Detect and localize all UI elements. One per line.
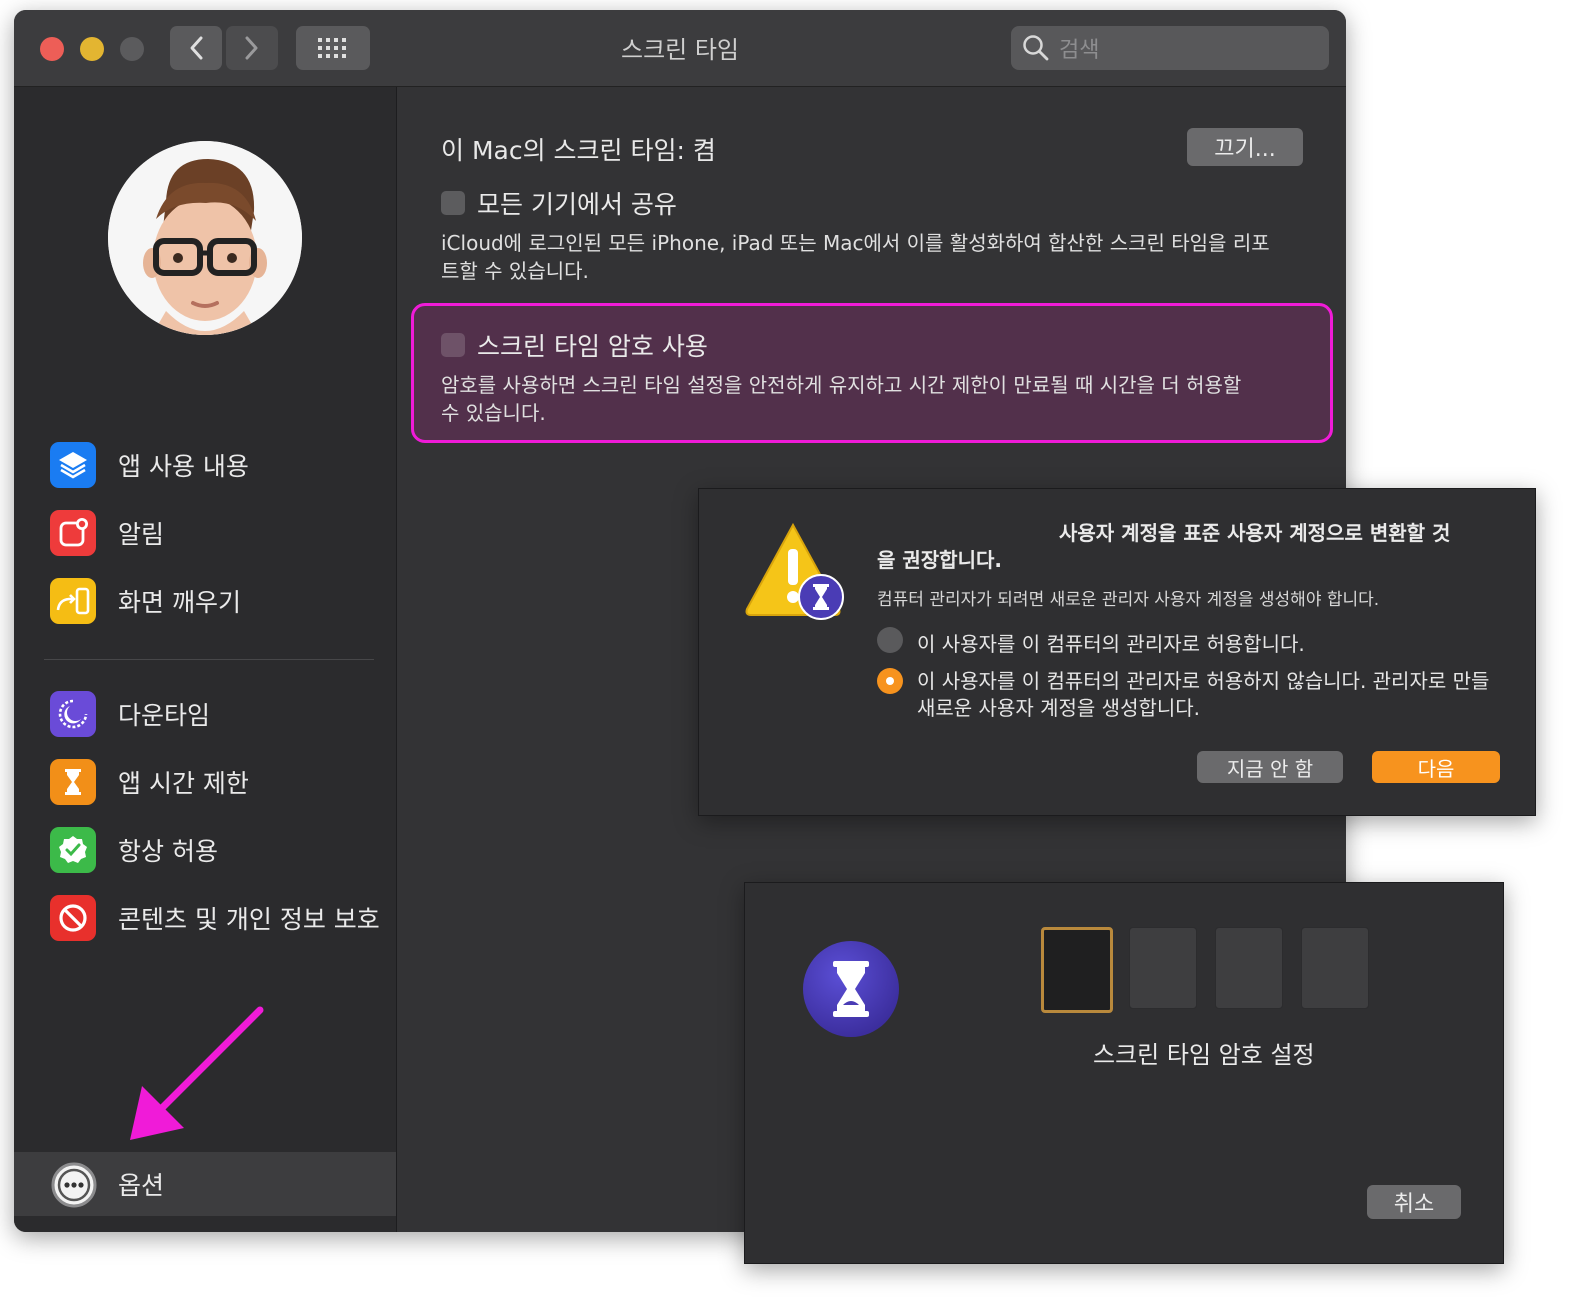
share-across-devices-row: 모든 기기에서 공유 [441, 185, 677, 221]
hourglass-icon [50, 759, 96, 805]
sidebar-item-label: 콘텐츠 및 개인 정보 보호 [118, 905, 380, 934]
search-placeholder: 검색 [1059, 38, 1100, 63]
passcode-digit-2[interactable] [1129, 927, 1197, 1009]
passcode-description-line1: 암호를 사용하면 스크린 타임 설정을 안전하게 유지하고 시간 제한이 만료될… [441, 373, 1242, 397]
disallow-admin-label: 이 사용자를 이 컴퓨터의 관리자로 허용하지 않습니다. 관리자로 만들 새로… [917, 668, 1489, 722]
screen-time-hourglass-icon [801, 939, 901, 1043]
sidebar-item-downtime[interactable]: 다운타임 [50, 688, 210, 740]
use-passcode-checkbox[interactable] [441, 333, 465, 357]
share-across-devices-checkbox[interactable] [441, 191, 465, 215]
set-passcode-label: 스크린 타임 암호 설정 [1093, 1041, 1315, 1069]
user-avatar[interactable] [108, 141, 302, 335]
cancel-button[interactable]: 취소 [1367, 1185, 1461, 1219]
share-description-line2: 트할 수 있습니다. [441, 259, 589, 283]
sidebar-item-always-allowed[interactable]: 항상 허용 [50, 824, 218, 876]
disallow-admin-radio[interactable] [877, 668, 903, 694]
next-button[interactable]: 다음 [1372, 751, 1500, 783]
sidebar-item-content-privacy[interactable]: 콘텐츠 및 개인 정보 보호 [50, 892, 380, 944]
memoji-avatar-icon [108, 141, 302, 335]
phone-pickup-icon [50, 578, 96, 624]
turn-off-button[interactable]: 끄기... [1187, 128, 1303, 166]
disallow-admin-line1: 이 사용자를 이 컴퓨터의 관리자로 허용하지 않습니다. 관리자로 만들 [917, 669, 1490, 693]
sidebar-item-label: 항상 허용 [118, 837, 218, 866]
passcode-digit-3[interactable] [1215, 927, 1283, 1009]
radio-selected-dot [886, 677, 894, 685]
sidebar-item-pickups[interactable]: 화면 깨우기 [50, 575, 241, 627]
sidebar-divider [44, 659, 374, 660]
search-icon [1023, 35, 1049, 61]
more-options-icon [50, 1161, 98, 1213]
allow-admin-radio[interactable] [877, 627, 903, 653]
warning-hourglass-icon [743, 521, 847, 625]
share-description: iCloud에 로그인된 모든 iPhone, iPad 또는 Mac에서 이를… [441, 229, 1270, 285]
status-label: 이 Mac의 스크린 타임: 켬 [441, 136, 716, 165]
passcode-description: 암호를 사용하면 스크린 타임 설정을 안전하게 유지하고 시간 제한이 만료될… [441, 371, 1241, 427]
dialog-subtitle: 컴퓨터 관리자가 되려면 새로운 관리자 사용자 계정을 생성해야 합니다. [877, 590, 1380, 610]
sidebar-item-notifications[interactable]: 알림 [50, 507, 164, 559]
share-description-line1: iCloud에 로그인된 모든 iPhone, iPad 또는 Mac에서 이를… [441, 231, 1270, 255]
set-passcode-dialog: 스크린 타임 암호 설정 취소 [744, 882, 1504, 1264]
dialog-title-line1: 사용자 계정을 표준 사용자 계정으로 변환할 것 [1059, 521, 1451, 545]
sidebar-item-label: 화면 깨우기 [118, 588, 241, 617]
dialog-title-line2: 을 권장합니다. [877, 548, 1002, 572]
sidebar-item-app-limits[interactable]: 앱 시간 제한 [50, 756, 249, 808]
passcode-digit-4[interactable] [1301, 927, 1369, 1009]
annotation-arrow-icon [130, 1006, 264, 1140]
sidebar-item-label: 다운타임 [118, 701, 211, 730]
passcode-digit-1[interactable] [1041, 927, 1113, 1013]
sidebar-item-options[interactable]: 옵션 [14, 1152, 396, 1216]
sidebar-item-label: 알림 [118, 520, 165, 549]
sidebar-item-label: 앱 시간 제한 [118, 769, 249, 798]
sidebar-item-app-usage[interactable]: 앱 사용 내용 [50, 439, 249, 491]
layers-icon [50, 442, 96, 488]
title-bar: 스크린 타임 검색 [14, 10, 1346, 87]
search-field[interactable]: 검색 [1011, 26, 1329, 70]
passcode-label: 스크린 타임 암호 사용 [477, 332, 708, 361]
notification-badge-icon [50, 510, 96, 556]
disallow-admin-line2: 새로운 사용자 계정을 생성합니다. [917, 696, 1201, 720]
allow-admin-label: 이 사용자를 이 컴퓨터의 관리자로 허용합니다. [917, 632, 1305, 656]
downtime-moon-icon [50, 691, 96, 737]
restriction-icon [50, 895, 96, 941]
convert-account-dialog: 사용자 계정을 표준 사용자 계정으로 변환할 것 을 권장합니다. 컴퓨터 관… [698, 488, 1536, 816]
share-label: 모든 기기에서 공유 [477, 190, 677, 219]
checkmark-badge-icon [50, 827, 96, 873]
not-now-button[interactable]: 지금 안 함 [1197, 751, 1343, 783]
options-label: 옵션 [118, 1171, 165, 1200]
sidebar-item-label: 앱 사용 내용 [118, 452, 249, 481]
passcode-description-line2: 수 있습니다. [441, 401, 546, 425]
passcode-row: 스크린 타임 암호 사용 [441, 327, 708, 363]
